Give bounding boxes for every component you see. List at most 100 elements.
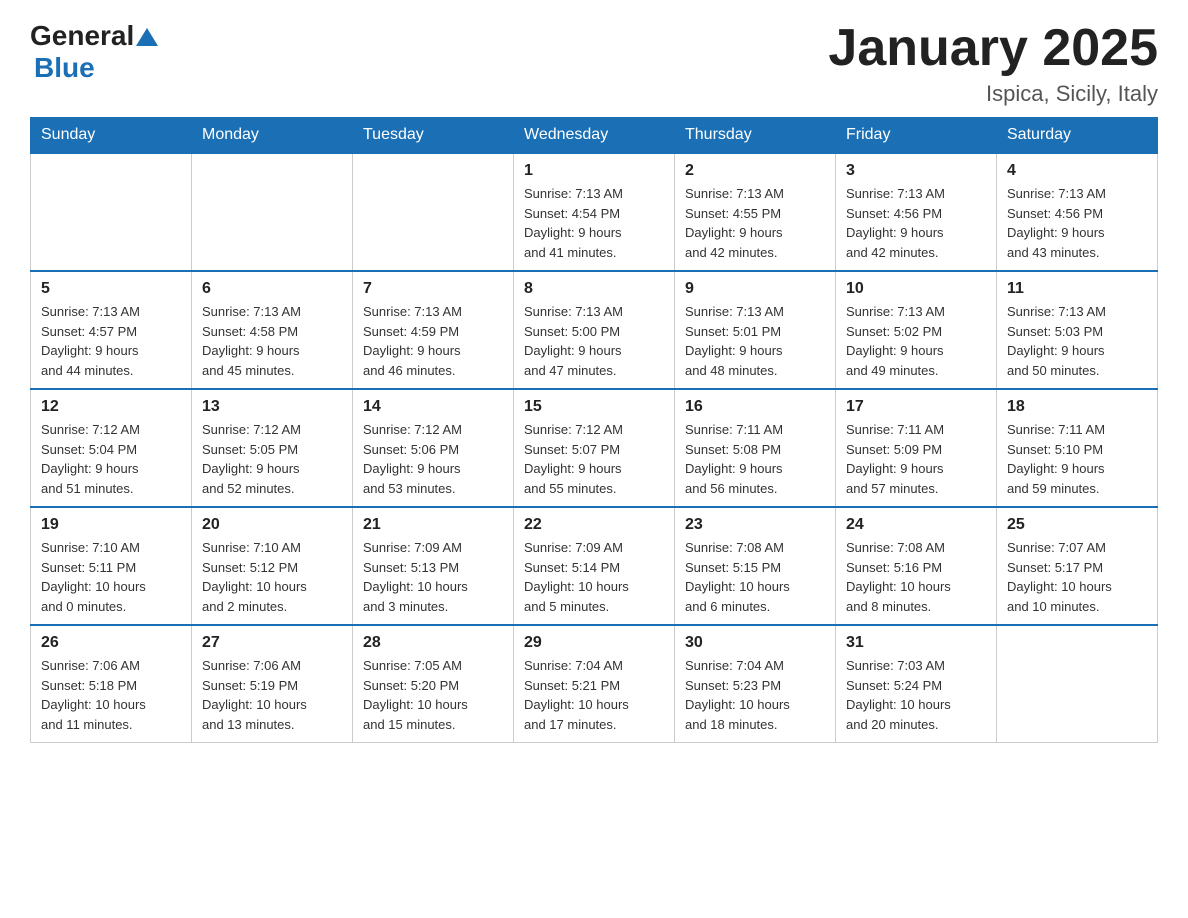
calendar-cell: 31Sunrise: 7:03 AMSunset: 5:24 PMDayligh… bbox=[836, 625, 997, 743]
calendar-cell bbox=[353, 153, 514, 271]
day-info: Sunrise: 7:05 AMSunset: 5:20 PMDaylight:… bbox=[363, 656, 503, 734]
day-info: Sunrise: 7:11 AMSunset: 5:09 PMDaylight:… bbox=[846, 420, 986, 498]
calendar-cell: 7Sunrise: 7:13 AMSunset: 4:59 PMDaylight… bbox=[353, 271, 514, 389]
day-number: 25 bbox=[1007, 516, 1147, 534]
day-info: Sunrise: 7:04 AMSunset: 5:23 PMDaylight:… bbox=[685, 656, 825, 734]
calendar-cell: 4 Sunrise: 7:13 AMSunset: 4:56 PMDaylight… bbox=[997, 153, 1158, 271]
day-number: 12 bbox=[41, 398, 181, 416]
day-info: Sunrise: 7:11 AMSunset: 5:10 PMDaylight:… bbox=[1007, 420, 1147, 498]
calendar-cell: 5 Sunrise: 7:13 AMSunset: 4:57 PMDaylight… bbox=[31, 271, 192, 389]
day-info: Sunrise: 7:12 AMSunset: 5:05 PMDaylight:… bbox=[202, 420, 342, 498]
day-number: 30 bbox=[685, 634, 825, 652]
day-number: 17 bbox=[846, 398, 986, 416]
day-info: Sunrise: 7:06 AMSunset: 5:19 PMDaylight:… bbox=[202, 656, 342, 734]
col-header-saturday: Saturday bbox=[997, 118, 1158, 154]
calendar-cell: 17 Sunrise: 7:11 AMSunset: 5:09 PMDayligh… bbox=[836, 389, 997, 507]
day-info: Sunrise: 7:13 AMSunset: 5:00 PMDaylight:… bbox=[524, 302, 664, 380]
calendar-cell: 26 Sunrise: 7:06 AMSunset: 5:18 PMDayligh… bbox=[31, 625, 192, 743]
day-number: 24 bbox=[846, 516, 986, 534]
day-number: 8 bbox=[524, 280, 664, 298]
logo: General Blue bbox=[30, 20, 158, 84]
day-info: Sunrise: 7:08 AMSunset: 5:16 PMDaylight:… bbox=[846, 538, 986, 616]
calendar-body: 1Sunrise: 7:13 AMSunset: 4:54 PMDaylight… bbox=[31, 153, 1158, 743]
day-info: Sunrise: 7:10 AMSunset: 5:12 PMDaylight:… bbox=[202, 538, 342, 616]
calendar-cell: 22 Sunrise: 7:09 AMSunset: 5:14 PMDayligh… bbox=[514, 507, 675, 625]
day-info: Sunrise: 7:13 AMSunset: 4:57 PMDaylight:… bbox=[41, 302, 181, 380]
week-row-2: 5 Sunrise: 7:13 AMSunset: 4:57 PMDaylight… bbox=[31, 271, 1158, 389]
day-info: Sunrise: 7:12 AMSunset: 5:04 PMDaylight:… bbox=[41, 420, 181, 498]
calendar-cell: 15Sunrise: 7:12 AMSunset: 5:07 PMDayligh… bbox=[514, 389, 675, 507]
day-info: Sunrise: 7:13 AMSunset: 5:01 PMDaylight:… bbox=[685, 302, 825, 380]
calendar-cell: 24 Sunrise: 7:08 AMSunset: 5:16 PMDayligh… bbox=[836, 507, 997, 625]
day-number: 23 bbox=[685, 516, 825, 534]
day-number: 18 bbox=[1007, 398, 1147, 416]
day-info: Sunrise: 7:03 AMSunset: 5:24 PMDaylight:… bbox=[846, 656, 986, 734]
day-info: Sunrise: 7:04 AMSunset: 5:21 PMDaylight:… bbox=[524, 656, 664, 734]
logo-general-text: General bbox=[30, 20, 134, 52]
day-info: Sunrise: 7:13 AMSunset: 4:55 PMDaylight:… bbox=[685, 184, 825, 262]
day-info: Sunrise: 7:06 AMSunset: 5:18 PMDaylight:… bbox=[41, 656, 181, 734]
logo-blue-text: Blue bbox=[34, 52, 95, 83]
day-info: Sunrise: 7:13 AMSunset: 5:03 PMDaylight:… bbox=[1007, 302, 1147, 380]
day-number: 3 bbox=[846, 162, 986, 180]
calendar-cell: 19 Sunrise: 7:10 AMSunset: 5:11 PMDayligh… bbox=[31, 507, 192, 625]
day-info: Sunrise: 7:13 AMSunset: 4:54 PMDaylight:… bbox=[524, 184, 664, 262]
col-header-friday: Friday bbox=[836, 118, 997, 154]
day-number: 9 bbox=[685, 280, 825, 298]
calendar-cell: 10Sunrise: 7:13 AMSunset: 5:02 PMDayligh… bbox=[836, 271, 997, 389]
calendar-cell: 12 Sunrise: 7:12 AMSunset: 5:04 PMDayligh… bbox=[31, 389, 192, 507]
day-number: 16 bbox=[685, 398, 825, 416]
page-header: General Blue January 2025 Ispica, Sicily… bbox=[30, 20, 1158, 107]
day-number: 2 bbox=[685, 162, 825, 180]
calendar-cell: 11Sunrise: 7:13 AMSunset: 5:03 PMDayligh… bbox=[997, 271, 1158, 389]
calendar-cell: 8 Sunrise: 7:13 AMSunset: 5:00 PMDaylight… bbox=[514, 271, 675, 389]
title-section: January 2025 Ispica, Sicily, Italy bbox=[828, 20, 1158, 107]
calendar-cell: 14 Sunrise: 7:12 AMSunset: 5:06 PMDayligh… bbox=[353, 389, 514, 507]
day-info: Sunrise: 7:07 AMSunset: 5:17 PMDaylight:… bbox=[1007, 538, 1147, 616]
day-info: Sunrise: 7:09 AMSunset: 5:13 PMDaylight:… bbox=[363, 538, 503, 616]
calendar-cell: 20 Sunrise: 7:10 AMSunset: 5:12 PMDayligh… bbox=[192, 507, 353, 625]
calendar-table: SundayMondayTuesdayWednesdayThursdayFrid… bbox=[30, 117, 1158, 743]
calendar-cell: 28 Sunrise: 7:05 AMSunset: 5:20 PMDayligh… bbox=[353, 625, 514, 743]
calendar-cell: 13Sunrise: 7:12 AMSunset: 5:05 PMDayligh… bbox=[192, 389, 353, 507]
week-row-5: 26 Sunrise: 7:06 AMSunset: 5:18 PMDayligh… bbox=[31, 625, 1158, 743]
calendar-cell: 30 Sunrise: 7:04 AMSunset: 5:23 PMDayligh… bbox=[675, 625, 836, 743]
day-info: Sunrise: 7:12 AMSunset: 5:06 PMDaylight:… bbox=[363, 420, 503, 498]
day-number: 7 bbox=[363, 280, 503, 298]
col-header-sunday: Sunday bbox=[31, 118, 192, 154]
day-number: 26 bbox=[41, 634, 181, 652]
day-number: 14 bbox=[363, 398, 503, 416]
month-title: January 2025 bbox=[828, 20, 1158, 77]
logo-triangle-icon bbox=[136, 26, 158, 48]
day-info: Sunrise: 7:10 AMSunset: 5:11 PMDaylight:… bbox=[41, 538, 181, 616]
week-row-3: 12 Sunrise: 7:12 AMSunset: 5:04 PMDayligh… bbox=[31, 389, 1158, 507]
day-number: 28 bbox=[363, 634, 503, 652]
week-row-4: 19 Sunrise: 7:10 AMSunset: 5:11 PMDayligh… bbox=[31, 507, 1158, 625]
calendar-cell: 16 Sunrise: 7:11 AMSunset: 5:08 PMDayligh… bbox=[675, 389, 836, 507]
day-info: Sunrise: 7:13 AMSunset: 4:56 PMDaylight:… bbox=[1007, 184, 1147, 262]
day-number: 19 bbox=[41, 516, 181, 534]
day-info: Sunrise: 7:11 AMSunset: 5:08 PMDaylight:… bbox=[685, 420, 825, 498]
calendar-cell: 18 Sunrise: 7:11 AMSunset: 5:10 PMDayligh… bbox=[997, 389, 1158, 507]
calendar-cell bbox=[997, 625, 1158, 743]
header-row: SundayMondayTuesdayWednesdayThursdayFrid… bbox=[31, 118, 1158, 154]
col-header-monday: Monday bbox=[192, 118, 353, 154]
location: Ispica, Sicily, Italy bbox=[828, 81, 1158, 107]
day-info: Sunrise: 7:09 AMSunset: 5:14 PMDaylight:… bbox=[524, 538, 664, 616]
day-number: 6 bbox=[202, 280, 342, 298]
day-number: 21 bbox=[363, 516, 503, 534]
calendar-cell: 6 Sunrise: 7:13 AMSunset: 4:58 PMDaylight… bbox=[192, 271, 353, 389]
day-number: 5 bbox=[41, 280, 181, 298]
calendar-cell: 9 Sunrise: 7:13 AMSunset: 5:01 PMDaylight… bbox=[675, 271, 836, 389]
calendar-cell: 29Sunrise: 7:04 AMSunset: 5:21 PMDayligh… bbox=[514, 625, 675, 743]
calendar-cell: 27Sunrise: 7:06 AMSunset: 5:19 PMDayligh… bbox=[192, 625, 353, 743]
calendar-cell: 25 Sunrise: 7:07 AMSunset: 5:17 PMDayligh… bbox=[997, 507, 1158, 625]
calendar-cell: 3Sunrise: 7:13 AMSunset: 4:56 PMDaylight… bbox=[836, 153, 997, 271]
day-info: Sunrise: 7:13 AMSunset: 4:58 PMDaylight:… bbox=[202, 302, 342, 380]
day-info: Sunrise: 7:08 AMSunset: 5:15 PMDaylight:… bbox=[685, 538, 825, 616]
day-number: 22 bbox=[524, 516, 664, 534]
day-info: Sunrise: 7:13 AMSunset: 5:02 PMDaylight:… bbox=[846, 302, 986, 380]
day-number: 4 bbox=[1007, 162, 1147, 180]
calendar-cell bbox=[31, 153, 192, 271]
day-number: 20 bbox=[202, 516, 342, 534]
